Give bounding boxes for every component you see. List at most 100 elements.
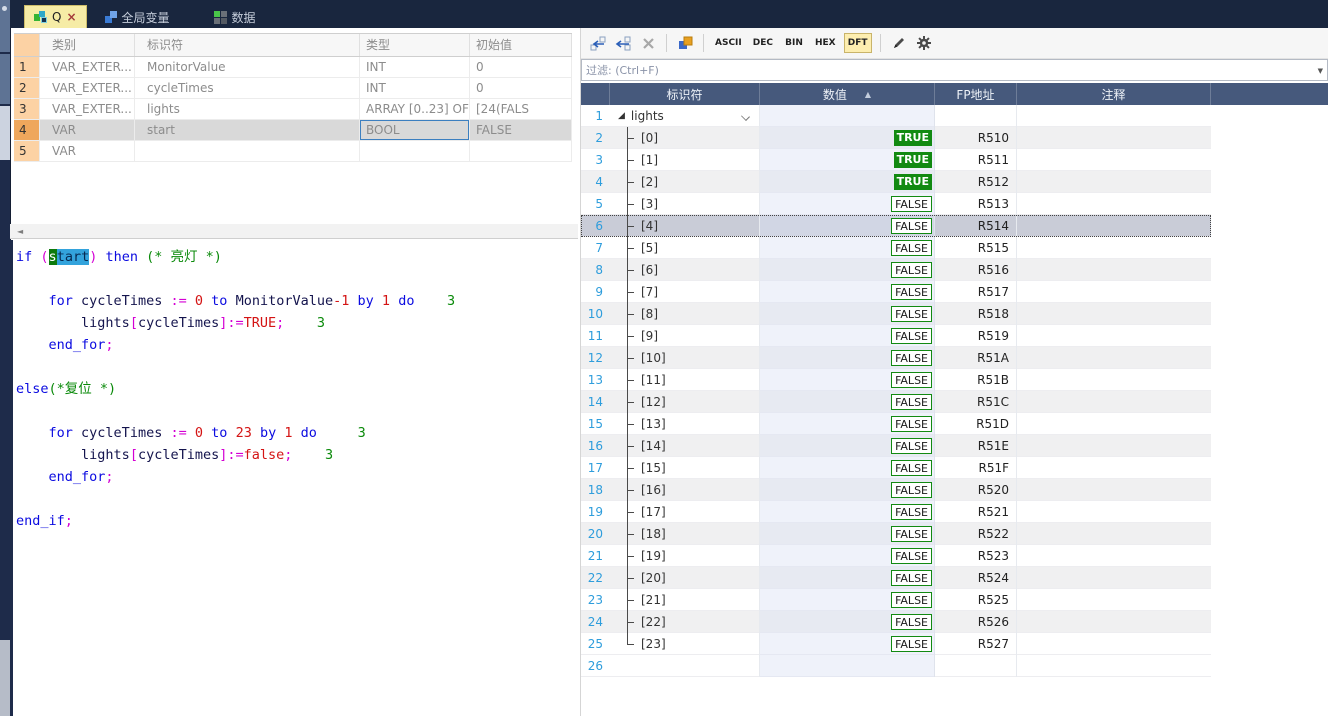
- table-row[interactable]: 2 [0] TRUE R510: [581, 127, 1211, 149]
- table-row[interactable]: 3 [1] TRUE R511: [581, 149, 1211, 171]
- value-badge[interactable]: TRUE: [894, 130, 932, 146]
- table-row[interactable]: 5 [3] FALSE R513: [581, 193, 1211, 215]
- scroll-left-icon[interactable]: ◄: [17, 227, 23, 236]
- col-header-type[interactable]: 类型: [360, 34, 470, 56]
- tab-global-variables[interactable]: 全局变量: [95, 6, 179, 28]
- comment-cell[interactable]: [1017, 149, 1211, 171]
- comment-cell[interactable]: [1017, 237, 1211, 259]
- comment-cell[interactable]: [1017, 259, 1211, 281]
- comment-cell[interactable]: [1017, 325, 1211, 347]
- table-row[interactable]: 4 [2] TRUE R512: [581, 171, 1211, 193]
- table-row-selected[interactable]: 4 VAR start BOOL FALSE: [14, 120, 572, 141]
- col-header-fp-address[interactable]: FP地址: [935, 83, 1017, 105]
- value-badge[interactable]: FALSE: [891, 504, 932, 520]
- value-badge[interactable]: FALSE: [891, 416, 932, 432]
- comment-cell[interactable]: [1017, 413, 1211, 435]
- comment-cell[interactable]: [1017, 457, 1211, 479]
- value-badge[interactable]: FALSE: [891, 548, 932, 564]
- format-hex-button[interactable]: HEX: [812, 32, 839, 54]
- col-header-initial[interactable]: 初始值: [470, 34, 572, 56]
- table-row[interactable]: 23 [21] FALSE R525: [581, 589, 1211, 611]
- col-header-identifier[interactable]: 标识符: [610, 83, 760, 105]
- comment-cell[interactable]: [1017, 281, 1211, 303]
- comment-cell[interactable]: [1017, 369, 1211, 391]
- table-row[interactable]: 24 [22] FALSE R526: [581, 611, 1211, 633]
- edit-pencil-icon[interactable]: [889, 32, 909, 54]
- value-badge[interactable]: FALSE: [891, 460, 932, 476]
- collapsed-panel-tab[interactable]: [0, 54, 10, 104]
- comment-cell[interactable]: [1017, 479, 1211, 501]
- collapsed-panel-tab[interactable]: [0, 0, 10, 52]
- table-row[interactable]: 2 VAR_EXTER... cycleTimes INT 0: [14, 78, 572, 99]
- insert-after-icon[interactable]: [613, 32, 633, 54]
- empty-row[interactable]: 26: [581, 655, 1211, 677]
- value-badge[interactable]: FALSE: [891, 570, 932, 586]
- comment-cell[interactable]: [1017, 193, 1211, 215]
- value-badge[interactable]: FALSE: [891, 438, 932, 454]
- value-badge[interactable]: FALSE: [891, 592, 932, 608]
- group-name[interactable]: lights: [631, 109, 664, 123]
- table-row[interactable]: 15 [13] FALSE R51D: [581, 413, 1211, 435]
- tab-data[interactable]: 数据: [205, 6, 265, 28]
- format-dec-button[interactable]: DEC: [750, 32, 776, 54]
- comment-cell[interactable]: [1017, 633, 1211, 655]
- value-badge[interactable]: FALSE: [891, 196, 932, 212]
- comment-cell[interactable]: [1017, 523, 1211, 545]
- table-row[interactable]: 8 [6] FALSE R516: [581, 259, 1211, 281]
- table-row[interactable]: 11 [9] FALSE R519: [581, 325, 1211, 347]
- type-edit-cell[interactable]: BOOL: [360, 120, 470, 141]
- table-row[interactable]: 1 VAR_EXTER... MonitorValue INT 0: [14, 57, 572, 78]
- value-badge[interactable]: FALSE: [891, 614, 932, 630]
- insert-before-icon[interactable]: [588, 32, 608, 54]
- col-header-value[interactable]: 数值▲: [760, 83, 935, 105]
- comment-cell[interactable]: [1017, 435, 1211, 457]
- value-badge[interactable]: FALSE: [891, 284, 932, 300]
- value-badge[interactable]: FALSE: [891, 350, 932, 366]
- table-row[interactable]: 10 [8] FALSE R518: [581, 303, 1211, 325]
- table-row[interactable]: 16 [14] FALSE R51E: [581, 435, 1211, 457]
- horizontal-scrollbar[interactable]: ◄: [10, 224, 578, 239]
- table-row[interactable]: 6 [4] FALSE R514: [581, 215, 1211, 237]
- col-header-comment[interactable]: 注释: [1017, 83, 1211, 105]
- table-row[interactable]: 12 [10] FALSE R51A: [581, 347, 1211, 369]
- table-row[interactable]: 3 VAR_EXTER... lights ARRAY [0..23] OF .…: [14, 99, 572, 120]
- comment-cell[interactable]: [1017, 545, 1211, 567]
- value-badge[interactable]: FALSE: [891, 372, 932, 388]
- table-row[interactable]: 20 [18] FALSE R522: [581, 523, 1211, 545]
- table-row[interactable]: 14 [12] FALSE R51C: [581, 391, 1211, 413]
- comment-cell[interactable]: [1017, 347, 1211, 369]
- code-editor[interactable]: if (start) then (* 亮灯 *) for cycleTimes …: [10, 240, 578, 716]
- table-row[interactable]: 7 [5] FALSE R515: [581, 237, 1211, 259]
- comment-cell[interactable]: [1017, 611, 1211, 633]
- table-row[interactable]: 21 [19] FALSE R523: [581, 545, 1211, 567]
- format-dft-button[interactable]: DFT: [844, 33, 872, 53]
- delete-icon[interactable]: [638, 32, 658, 54]
- value-badge[interactable]: FALSE: [891, 482, 932, 498]
- filter-input[interactable]: [581, 59, 1328, 81]
- value-badge[interactable]: FALSE: [891, 218, 932, 234]
- format-bin-button[interactable]: BIN: [781, 32, 807, 54]
- comment-cell[interactable]: [1017, 127, 1211, 149]
- close-icon[interactable]: ×: [66, 10, 76, 24]
- tab-program-q[interactable]: Q ×: [24, 5, 87, 28]
- table-row[interactable]: 13 [11] FALSE R51B: [581, 369, 1211, 391]
- value-badge[interactable]: FALSE: [891, 394, 932, 410]
- comment-cell[interactable]: [1017, 391, 1211, 413]
- col-header-class[interactable]: 类别: [40, 34, 135, 56]
- settings-gear-icon[interactable]: [914, 32, 934, 54]
- col-header-identifier[interactable]: 标识符: [135, 34, 360, 56]
- cascade-icon[interactable]: [675, 32, 695, 54]
- value-badge[interactable]: FALSE: [891, 262, 932, 278]
- group-row-lights[interactable]: 1 ◢ lights: [581, 105, 1211, 127]
- value-badge[interactable]: FALSE: [891, 306, 932, 322]
- table-row[interactable]: 9 [7] FALSE R517: [581, 281, 1211, 303]
- comment-cell[interactable]: [1017, 171, 1211, 193]
- comment-cell[interactable]: [1017, 567, 1211, 589]
- table-row[interactable]: 17 [15] FALSE R51F: [581, 457, 1211, 479]
- table-row[interactable]: 25 [23] FALSE R527: [581, 633, 1211, 655]
- value-badge[interactable]: TRUE: [894, 152, 932, 168]
- value-badge[interactable]: FALSE: [891, 240, 932, 256]
- table-row[interactable]: 22 [20] FALSE R524: [581, 567, 1211, 589]
- expand-collapse-icon[interactable]: ◢: [618, 111, 625, 121]
- value-badge[interactable]: FALSE: [891, 526, 932, 542]
